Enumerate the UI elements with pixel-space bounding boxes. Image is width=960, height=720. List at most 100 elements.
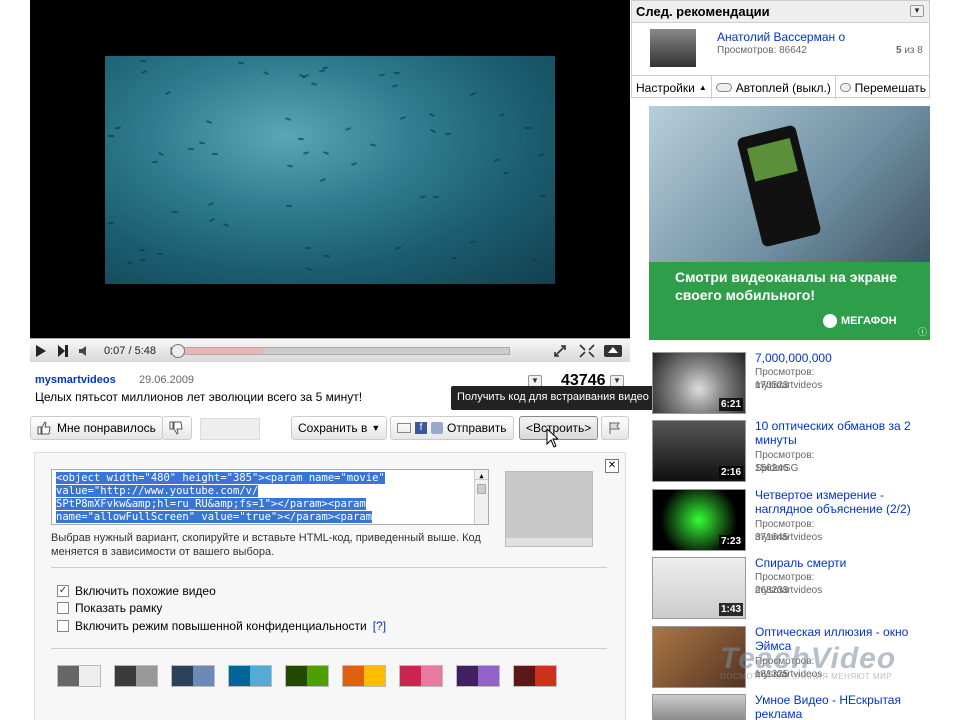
embed-code-line: SPtP8mXFvkw&amp;hl=ru_RU&amp;fs=1"></par… <box>56 498 484 511</box>
flag-button[interactable] <box>601 416 629 440</box>
ad-banner[interactable]: Смотри видеоканалы на экране своего моби… <box>649 106 930 340</box>
color-swatch[interactable] <box>342 665 386 687</box>
embed-button[interactable]: <Встроить> <box>519 416 599 440</box>
save-to-button[interactable]: Сохранить в ▼ <box>291 416 388 440</box>
swatch-color <box>343 666 364 686</box>
related-title[interactable]: Спираль смерти <box>755 556 925 570</box>
volume-icon <box>79 345 86 356</box>
video-frame[interactable] <box>105 56 555 284</box>
color-swatch[interactable] <box>57 665 101 687</box>
embed-code-textarea[interactable]: <object width="480" height="385"><param … <box>51 469 489 525</box>
expand-icon <box>579 343 595 358</box>
color-swatch[interactable] <box>456 665 500 687</box>
checkbox-icon[interactable] <box>57 620 69 632</box>
scroll-thumb[interactable] <box>477 484 486 494</box>
embed-option[interactable]: Включить режим повышенной конфиденциальн… <box>57 619 386 633</box>
ad-info-icon[interactable]: ⓘ <box>918 325 927 338</box>
popout-button[interactable] <box>576 340 598 362</box>
ad-caption-area: Смотри видеоканалы на экране своего моби… <box>649 262 930 340</box>
fish-shape <box>537 153 545 157</box>
autoplay-toggle[interactable]: Автоплей (выкл.) <box>712 76 836 99</box>
related-thumbnail[interactable]: 6:21 <box>652 352 746 414</box>
fish-shape <box>304 246 312 250</box>
embed-tooltip: Получить код для встраивания видео <box>451 386 661 410</box>
divider <box>51 648 607 649</box>
chevron-up-icon: ▲ <box>698 83 707 92</box>
related-title[interactable]: Умное Видео - НЕскрытая реклама <box>755 693 925 720</box>
checkbox-checked-icon[interactable]: ✓ <box>57 585 69 597</box>
video-player[interactable] <box>30 0 630 362</box>
fish-shape <box>139 258 147 262</box>
related-thumbnail[interactable]: 7:23 <box>652 489 746 551</box>
color-swatch[interactable] <box>399 665 443 687</box>
playlist-item-views: Просмотров: 86642 <box>717 45 807 56</box>
color-swatch[interactable] <box>513 665 557 687</box>
color-swatch[interactable] <box>228 665 272 687</box>
watermark-tagline: ПОСМОТРИ КАК ЗНАНИЯ МЕНЯЮТ МИР <box>720 672 893 681</box>
size-button[interactable] <box>550 340 572 362</box>
checkbox-icon[interactable] <box>57 602 69 614</box>
fish-shape <box>305 266 313 272</box>
progress-bar[interactable] <box>170 343 510 358</box>
like-button[interactable]: Мне понравилось <box>30 416 163 440</box>
swatch-color <box>136 666 157 686</box>
next-button[interactable] <box>52 340 74 362</box>
swatch-color <box>286 666 307 686</box>
help-link[interactable]: [?] <box>373 619 386 633</box>
fish-shape <box>157 151 165 157</box>
related-author: mysmartvideos <box>755 585 823 596</box>
related-title[interactable]: Четвертое измерение - наглядное объяснен… <box>755 488 925 516</box>
fish-shape <box>344 126 352 132</box>
video-title: Целых пятьсот миллионов лет эволюции все… <box>35 390 363 404</box>
volume-button[interactable] <box>74 340 96 362</box>
share-button[interactable]: f Отправить <box>390 416 514 440</box>
playlist-item-title[interactable]: Анатолий Вассерман о <box>717 30 845 44</box>
chevron-down-icon: ▼ <box>613 376 621 385</box>
playlist-settings-button[interactable]: Настройки ▲ <box>632 76 712 99</box>
uploader-link[interactable]: mysmartvideos <box>35 374 116 386</box>
related-title[interactable]: 10 оптических обманов за 2 минуты <box>755 419 925 447</box>
swatch-color <box>478 666 499 686</box>
playlist-thumbnail[interactable] <box>650 29 696 67</box>
related-thumbnail[interactable]: 1:43 <box>652 557 746 619</box>
embed-option[interactable]: Показать рамку <box>57 601 162 615</box>
related-author: SpiderSG <box>755 463 799 474</box>
color-swatch[interactable] <box>171 665 215 687</box>
related-thumbnail[interactable] <box>652 694 746 720</box>
fish-shape <box>493 158 501 162</box>
fish-shape <box>318 69 326 73</box>
collapse-playlist-button[interactable]: ▼ <box>910 5 924 17</box>
toggle-icon <box>715 83 732 92</box>
embed-code-text: SPtP8mXFvkw&amp;hl=ru_RU&amp;fs=1"></par… <box>56 498 366 510</box>
fish-shape <box>399 116 407 120</box>
related-title[interactable]: 7,000,000,000 <box>755 351 925 365</box>
playlist-position: 5 из 8 <box>896 45 923 56</box>
fullscreen-button[interactable] <box>602 340 624 362</box>
ad-image <box>649 106 930 262</box>
embed-help-text: Выбрав нужный вариант, скопируйте и вста… <box>51 532 481 558</box>
fish-shape <box>205 120 213 124</box>
dislike-button[interactable] <box>162 416 192 440</box>
shuffle-toggle[interactable]: Перемешать <box>836 76 930 99</box>
embed-code-text: <object width="480" height="385"><param … <box>56 472 385 484</box>
chevron-down-icon: ▼ <box>531 376 539 385</box>
fish-shape <box>207 201 215 207</box>
swatch-color <box>115 666 136 686</box>
related-thumbnail[interactable]: 2:16 <box>652 420 746 482</box>
color-swatch[interactable] <box>114 665 158 687</box>
embed-option[interactable]: ✓ Включить похожие видео <box>57 584 216 598</box>
play-button[interactable] <box>30 340 52 362</box>
fish-shape <box>393 71 401 75</box>
preview-controls <box>506 538 592 546</box>
fish-shape <box>107 221 115 225</box>
fish-shape <box>237 61 245 65</box>
swatch-color <box>79 666 100 686</box>
embed-code-scrollbar[interactable]: ▲ <box>474 470 488 524</box>
progress-handle[interactable] <box>171 343 185 358</box>
color-swatch[interactable] <box>285 665 329 687</box>
swatch-color <box>58 666 79 686</box>
swatch-color <box>421 666 442 686</box>
close-embed-button[interactable]: ✕ <box>605 459 619 473</box>
fish-shape <box>151 160 159 164</box>
fish-shape <box>350 162 358 166</box>
